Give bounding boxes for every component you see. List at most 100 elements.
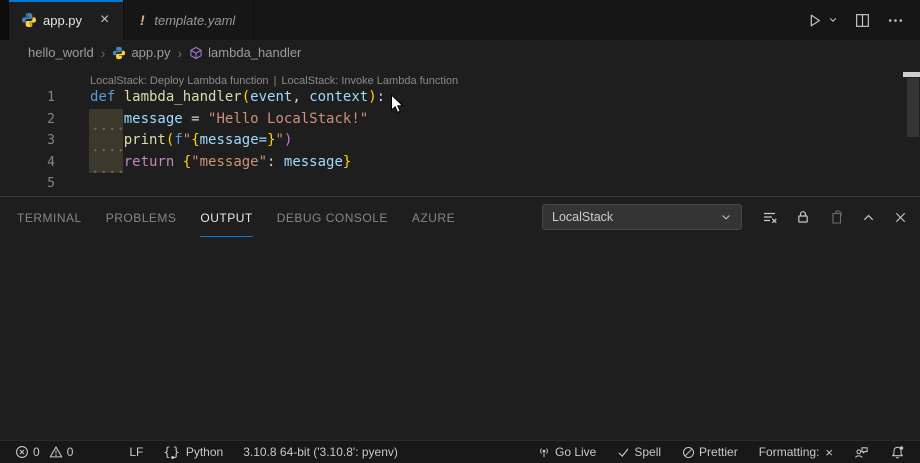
feedback-icon bbox=[854, 445, 869, 460]
panel-header: TERMINAL PROBLEMS OUTPUT DEBUG CONSOLE A… bbox=[0, 197, 920, 237]
editor-tab-bar: app.py × ! template.yaml bbox=[0, 0, 920, 40]
go-live-label: Go Live bbox=[555, 445, 596, 459]
language-label: Python bbox=[186, 445, 223, 459]
output-channel-value: LocalStack bbox=[552, 210, 613, 224]
overview-ruler-cursor bbox=[903, 72, 920, 77]
codelens-invoke-link[interactable]: LocalStack: Invoke Lambda function bbox=[281, 75, 458, 87]
split-editor-icon bbox=[854, 12, 871, 29]
tab-terminal[interactable]: TERMINAL bbox=[17, 197, 82, 237]
clear-output-button[interactable] bbox=[762, 209, 778, 225]
run-button[interactable] bbox=[806, 12, 838, 29]
vscode-window: app.py × ! template.yaml hello_world › bbox=[0, 0, 920, 463]
broadcast-icon bbox=[537, 445, 551, 459]
code-line[interactable]: 1 def lambda_handler(event, context): bbox=[0, 87, 920, 109]
code-line[interactable]: 5 bbox=[0, 173, 920, 195]
indent-selection-highlight bbox=[89, 109, 123, 174]
open-log-file-icon bbox=[828, 209, 844, 225]
python-icon bbox=[112, 46, 126, 60]
tab-template-yaml[interactable]: ! template.yaml bbox=[124, 0, 254, 40]
open-output-file-button[interactable] bbox=[828, 209, 844, 225]
error-count: 0 bbox=[33, 445, 40, 459]
code-text[interactable]: def lambda_handler(event, context): bbox=[90, 87, 385, 109]
status-bar-right: Go Live Spell Prettier Formatting: × bbox=[532, 445, 910, 460]
line-number: 3 bbox=[0, 130, 55, 152]
line-number: 5 bbox=[0, 173, 55, 195]
formatting-status[interactable]: Formatting: × bbox=[754, 445, 838, 460]
notifications-button[interactable] bbox=[885, 445, 910, 460]
tab-app-py[interactable]: app.py × bbox=[9, 0, 124, 40]
split-editor-button[interactable] bbox=[854, 12, 871, 29]
breadcrumb-symbol-label: lambda_handler bbox=[208, 45, 301, 60]
breadcrumb: hello_world › app.py › lambda_handler bbox=[0, 40, 920, 65]
breadcrumb-file[interactable]: app.py bbox=[112, 45, 170, 60]
mouse-cursor bbox=[390, 94, 406, 116]
ellipsis-icon bbox=[887, 12, 904, 29]
chevron-down-icon bbox=[828, 15, 838, 25]
more-actions-button[interactable] bbox=[887, 12, 904, 29]
editor-scrollbar[interactable] bbox=[907, 78, 919, 137]
language-mode[interactable]: {} Python bbox=[158, 445, 228, 459]
tab-output[interactable]: OUTPUT bbox=[200, 197, 252, 237]
breadcrumb-folder[interactable]: hello_world bbox=[28, 45, 94, 60]
chevron-down-icon bbox=[720, 211, 732, 223]
codelens-row: LocalStack: Deploy Lambda function | Loc… bbox=[0, 65, 920, 87]
play-icon bbox=[806, 12, 823, 29]
warning-icon bbox=[49, 445, 63, 459]
problems-status[interactable]: 0 0 bbox=[10, 445, 78, 459]
feedback-button[interactable] bbox=[849, 445, 874, 460]
panel-controls: LocalStack bbox=[542, 204, 908, 230]
active-tab-indicator bbox=[9, 0, 123, 2]
notification-dot bbox=[900, 446, 903, 449]
eol-indicator[interactable]: LF bbox=[124, 445, 148, 459]
warning-count: 0 bbox=[67, 445, 74, 459]
editor-actions bbox=[806, 0, 920, 40]
chevron-up-icon bbox=[861, 210, 876, 225]
breadcrumb-file-label: app.py bbox=[131, 45, 170, 60]
line-number: 4 bbox=[0, 152, 55, 174]
check-icon bbox=[617, 446, 630, 459]
close-small-icon: × bbox=[825, 445, 833, 460]
line-number: 1 bbox=[0, 87, 55, 109]
output-panel-body[interactable] bbox=[0, 237, 920, 440]
close-panel-button[interactable] bbox=[893, 210, 908, 225]
circle-slash-icon bbox=[682, 446, 695, 459]
maximize-panel-button[interactable] bbox=[861, 210, 876, 225]
tab-label: app.py bbox=[43, 13, 82, 28]
code-line[interactable]: 2 message = "Hello LocalStack!" bbox=[0, 109, 920, 131]
code-lines[interactable]: 1 def lambda_handler(event, context):2 me… bbox=[0, 87, 920, 195]
lock-icon bbox=[795, 209, 811, 225]
python-icon bbox=[21, 12, 37, 28]
tab-bar-left-edge bbox=[0, 0, 9, 40]
error-icon bbox=[15, 445, 29, 459]
spell-label: Spell bbox=[634, 445, 661, 459]
code-text[interactable]: message = "Hello LocalStack!" bbox=[90, 109, 368, 131]
output-channel-select[interactable]: LocalStack bbox=[542, 204, 742, 230]
lock-scrolling-button[interactable] bbox=[795, 209, 811, 225]
chevron-right-icon: › bbox=[101, 45, 106, 61]
warning-icon: ! bbox=[136, 12, 148, 28]
python-interpreter[interactable]: 3.10.8 64-bit ('3.10.8': pyenv) bbox=[238, 445, 403, 459]
status-bar-left: 0 0 LF {} Python 3.10.8 64-bit ('3.10.8'… bbox=[10, 445, 403, 459]
go-live-button[interactable]: Go Live bbox=[532, 445, 601, 459]
codelens-deploy-link[interactable]: LocalStack: Deploy Lambda function bbox=[90, 75, 269, 87]
tab-label: template.yaml bbox=[154, 13, 235, 28]
method-symbol-icon bbox=[189, 46, 203, 60]
status-bar: 0 0 LF {} Python 3.10.8 64-bit ('3.10.8'… bbox=[0, 440, 920, 463]
chevron-right-icon: › bbox=[177, 45, 182, 61]
tab-problems[interactable]: PROBLEMS bbox=[106, 197, 177, 237]
tab-debug-console[interactable]: DEBUG CONSOLE bbox=[277, 197, 388, 237]
code-editor[interactable]: LocalStack: Deploy Lambda function | Loc… bbox=[0, 65, 920, 196]
spell-checker-status[interactable]: Spell bbox=[612, 445, 666, 459]
code-text[interactable]: return {"message": message} bbox=[90, 152, 351, 174]
close-icon[interactable]: × bbox=[98, 12, 111, 28]
breadcrumb-symbol[interactable]: lambda_handler bbox=[189, 45, 301, 60]
clear-output-icon bbox=[762, 209, 778, 225]
tab-azure[interactable]: AZURE bbox=[412, 197, 455, 237]
bell-icon bbox=[890, 445, 905, 460]
code-line[interactable]: 3 print(f"{message=}") bbox=[0, 130, 920, 152]
code-line[interactable]: 4 return {"message": message} bbox=[0, 152, 920, 174]
close-icon bbox=[893, 210, 908, 225]
panel-tabs: TERMINAL PROBLEMS OUTPUT DEBUG CONSOLE A… bbox=[17, 197, 455, 237]
prettier-status[interactable]: Prettier bbox=[677, 445, 743, 459]
braces-icon: {} bbox=[163, 445, 181, 459]
